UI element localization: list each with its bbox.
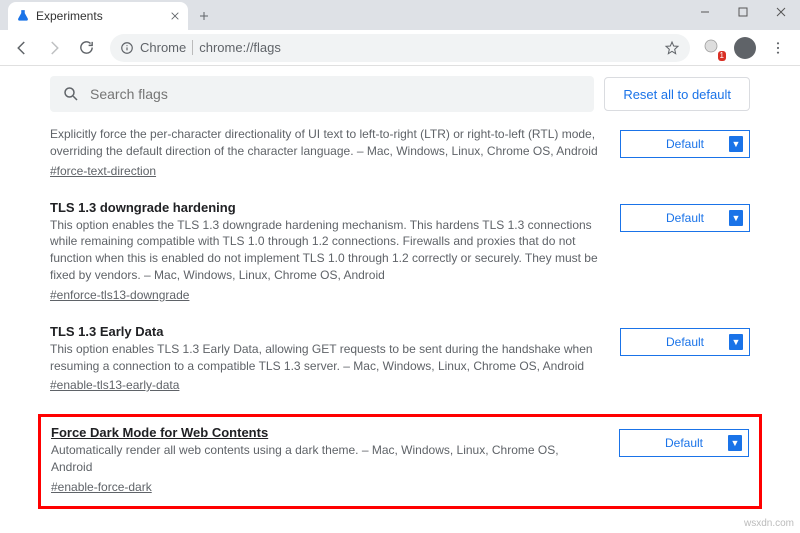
address-url: chrome://flags: [199, 40, 281, 55]
flag-description: Explicitly force the per-character direc…: [50, 126, 600, 160]
flag-anchor-link[interactable]: #force-text-direction: [50, 164, 156, 178]
flag-title: Force Dark Mode for Web Contents: [51, 425, 599, 440]
tab-title: Experiments: [36, 9, 103, 23]
flag-title: TLS 1.3 Early Data: [50, 324, 600, 339]
minimize-button[interactable]: [686, 0, 724, 24]
flag-dropdown[interactable]: Default ▼: [620, 204, 750, 232]
close-tab-icon[interactable]: [170, 11, 180, 21]
info-icon[interactable]: [120, 41, 134, 55]
watermark: wsxdn.com: [744, 518, 794, 529]
back-button[interactable]: [8, 34, 36, 62]
flag-row: TLS 1.3 Early Data This option enables T…: [50, 318, 750, 409]
search-flags-input[interactable]: [90, 86, 582, 102]
window-controls: [686, 0, 800, 24]
flag-row: TLS 1.3 downgrade hardening This option …: [50, 194, 750, 318]
search-flags-box[interactable]: [50, 76, 594, 112]
flag-anchor-link[interactable]: #enable-force-dark: [51, 480, 152, 494]
maximize-button[interactable]: [724, 0, 762, 24]
flask-icon: [16, 9, 30, 23]
address-bar[interactable]: Chrome chrome://flags: [110, 34, 690, 62]
bookmark-star-icon[interactable]: [664, 40, 680, 56]
close-window-button[interactable]: [762, 0, 800, 24]
flag-title: TLS 1.3 downgrade hardening: [50, 200, 600, 215]
browser-toolbar: Chrome chrome://flags 1: [0, 30, 800, 66]
page-content: Reset all to default Explicitly force th…: [0, 66, 800, 533]
flag-row: Explicitly force the per-character direc…: [50, 120, 750, 194]
profile-avatar[interactable]: [734, 37, 756, 59]
menu-button[interactable]: [764, 34, 792, 62]
new-tab-button[interactable]: [192, 4, 216, 28]
flag-description: Automatically render all web contents us…: [51, 442, 599, 476]
flag-anchor-link[interactable]: #enable-tls13-early-data: [50, 378, 179, 392]
reset-all-button[interactable]: Reset all to default: [604, 77, 750, 111]
flag-anchor-link[interactable]: #enforce-tls13-downgrade: [50, 288, 189, 302]
extension-badge: 1: [718, 51, 726, 61]
flag-description: This option enables the TLS 1.3 downgrad…: [50, 217, 600, 284]
address-origin: Chrome: [140, 40, 193, 55]
browser-tab[interactable]: Experiments: [8, 2, 188, 30]
flag-description: This option enables TLS 1.3 Early Data, …: [50, 341, 600, 375]
flag-dropdown[interactable]: Default ▼: [620, 130, 750, 158]
search-icon: [62, 85, 80, 103]
titlebar: Experiments: [0, 0, 800, 30]
flag-dropdown[interactable]: Default ▼: [620, 328, 750, 356]
flag-row: Force Dark Mode for Web Contents Automat…: [51, 425, 749, 496]
extension-icon[interactable]: 1: [702, 37, 724, 59]
flag-dropdown[interactable]: Default ▼: [619, 429, 749, 457]
highlighted-flag: Force Dark Mode for Web Contents Automat…: [38, 414, 762, 509]
reload-button[interactable]: [72, 34, 100, 62]
forward-button[interactable]: [40, 34, 68, 62]
